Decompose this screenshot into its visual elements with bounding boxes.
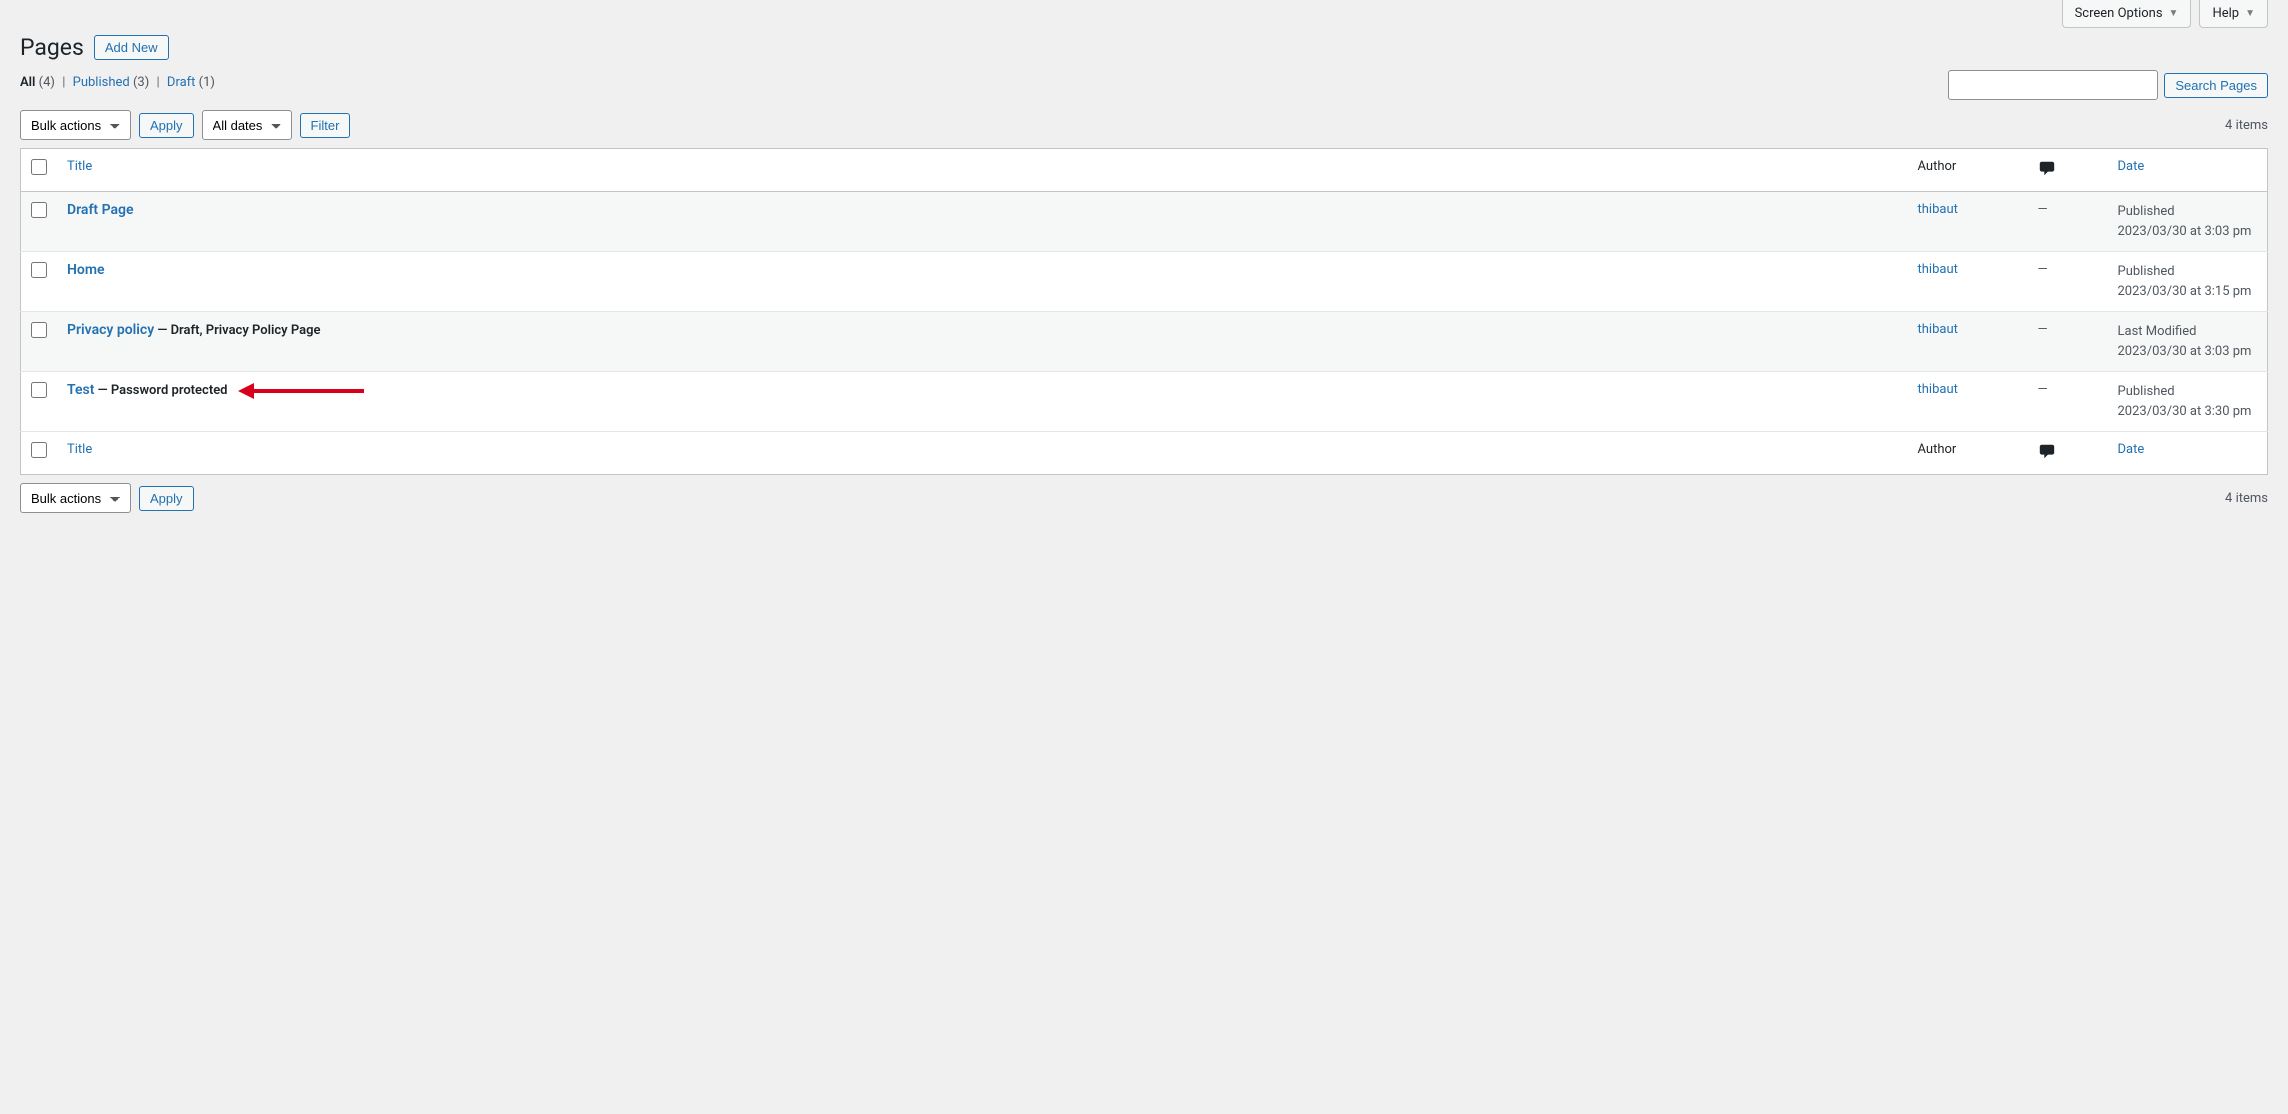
author-link[interactable]: thibaut xyxy=(1918,382,1958,397)
sort-date-link-footer[interactable]: Date xyxy=(2118,442,2145,457)
bulk-actions-select-bottom[interactable]: Bulk actions xyxy=(20,483,131,513)
post-state: — Password protected xyxy=(94,383,227,398)
row-title-link[interactable]: Test xyxy=(67,382,94,398)
chevron-down-icon: ▼ xyxy=(2169,8,2179,19)
comment-count: — xyxy=(2038,322,2048,337)
post-state: — Draft, Privacy Policy Page xyxy=(154,323,320,338)
view-draft-link[interactable]: Draft xyxy=(167,75,196,90)
sort-title-link[interactable]: Title xyxy=(67,159,92,174)
help-tab[interactable]: Help ▼ xyxy=(2199,0,2268,28)
view-published-link[interactable]: Published xyxy=(73,75,130,90)
arrow-annotation xyxy=(238,383,364,399)
items-count-bottom: 4 items xyxy=(2225,491,2268,506)
date-value: 2023/03/30 at 3:03 pm xyxy=(2118,342,2258,362)
table-row: Privacy policy — Draft, Privacy Policy P… xyxy=(21,312,2268,372)
author-link[interactable]: thibaut xyxy=(1918,262,1958,277)
view-all-link[interactable]: All xyxy=(20,75,35,90)
column-author-header: Author xyxy=(1908,149,2028,192)
bulk-apply-button-bottom[interactable]: Apply xyxy=(139,486,194,511)
date-status: Published xyxy=(2118,382,2258,402)
select-all-top-checkbox[interactable] xyxy=(31,159,47,175)
date-value: 2023/03/30 at 3:15 pm xyxy=(2118,282,2258,302)
help-label: Help xyxy=(2212,6,2239,21)
comment-count: — xyxy=(2038,202,2048,217)
column-author-footer: Author xyxy=(1908,432,2028,475)
table-row: Draft Page thibaut — Published2023/03/30 at… xyxy=(21,192,2268,252)
date-filter-select[interactable]: All dates xyxy=(202,110,292,140)
select-all-bottom-checkbox[interactable] xyxy=(31,442,47,458)
search-button[interactable]: Search Pages xyxy=(2164,73,2268,98)
bulk-apply-button[interactable]: Apply xyxy=(139,113,194,138)
comment-count: — xyxy=(2038,382,2048,397)
filter-button[interactable]: Filter xyxy=(300,113,351,138)
date-status: Last Modified xyxy=(2118,322,2258,342)
table-row: Test — Password protected thibaut — Publish… xyxy=(21,372,2268,432)
table-row: Home thibaut — Published2023/03/30 at 3:15 … xyxy=(21,252,2268,312)
date-value: 2023/03/30 at 3:03 pm xyxy=(2118,222,2258,242)
view-draft-count: (1) xyxy=(199,75,215,90)
row-title-link[interactable]: Draft Page xyxy=(67,202,134,218)
bulk-actions-select[interactable]: Bulk actions xyxy=(20,110,131,140)
chevron-down-icon: ▼ xyxy=(2245,8,2255,19)
sort-title-link-footer[interactable]: Title xyxy=(67,442,92,457)
comment-count: — xyxy=(2038,262,2048,277)
search-input[interactable] xyxy=(1948,70,2158,100)
items-count-top: 4 items xyxy=(2225,118,2268,133)
comment-bubble-icon xyxy=(2038,442,2056,464)
date-status: Published xyxy=(2118,262,2258,282)
screen-options-label: Screen Options xyxy=(2075,6,2163,21)
row-title-link[interactable]: Privacy policy xyxy=(67,322,154,338)
view-published-count: (3) xyxy=(133,75,149,90)
author-link[interactable]: thibaut xyxy=(1918,202,1958,217)
row-title-link[interactable]: Home xyxy=(67,262,105,278)
row-checkbox[interactable] xyxy=(31,262,47,278)
row-checkbox[interactable] xyxy=(31,202,47,218)
author-link[interactable]: thibaut xyxy=(1918,322,1958,337)
comment-bubble-icon xyxy=(2038,159,2056,181)
pages-table: Title Author Date Draft Page thibaut — Publ… xyxy=(20,148,2268,475)
date-status: Published xyxy=(2118,202,2258,222)
view-all-count: (4) xyxy=(39,75,55,90)
date-value: 2023/03/30 at 3:30 pm xyxy=(2118,402,2258,422)
page-title: Pages xyxy=(20,34,84,61)
add-new-button[interactable]: Add New xyxy=(94,35,169,60)
row-checkbox[interactable] xyxy=(31,382,47,398)
sort-date-link[interactable]: Date xyxy=(2118,159,2145,174)
screen-options-tab[interactable]: Screen Options ▼ xyxy=(2062,0,2192,28)
row-checkbox[interactable] xyxy=(31,322,47,338)
